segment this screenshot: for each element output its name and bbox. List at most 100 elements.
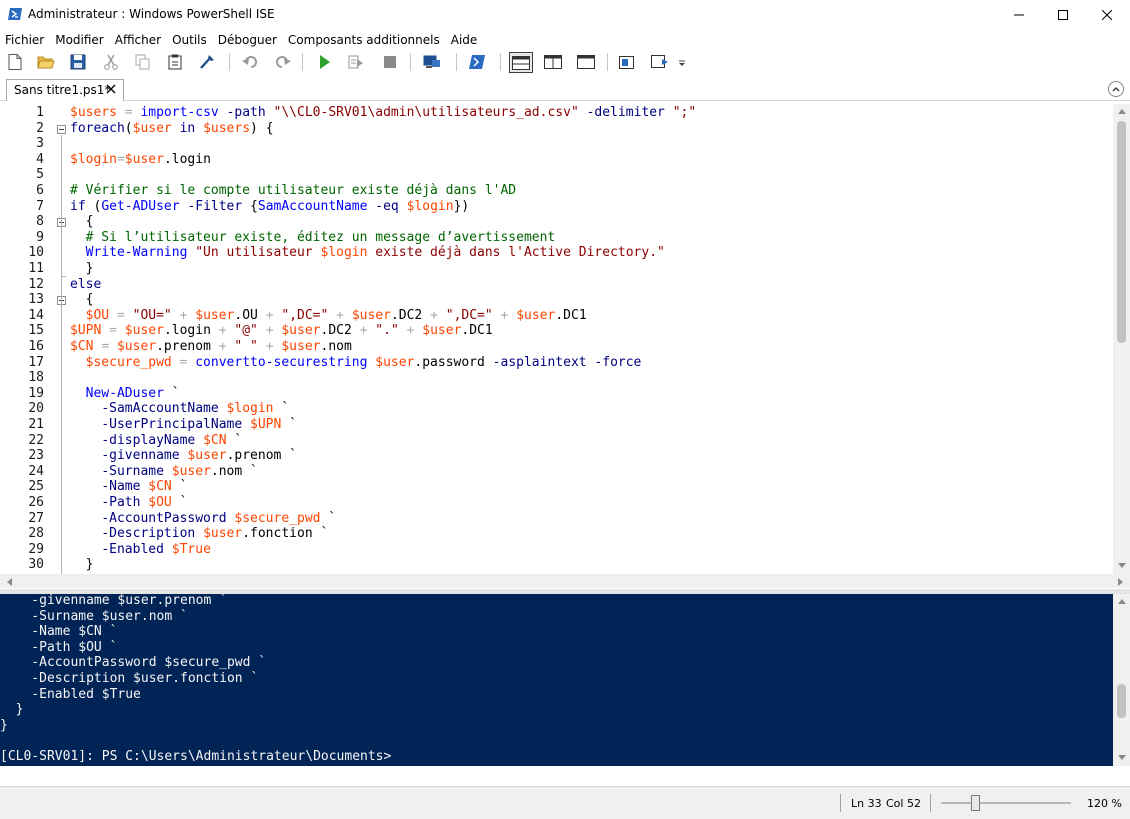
status-column: Col 52 <box>886 797 921 810</box>
undo-button[interactable] <box>240 52 260 72</box>
tab-strip: Sans titre1.ps1* <box>0 77 1130 101</box>
console-line: -Surname $user.nom ` <box>0 608 188 624</box>
redo-icon <box>276 56 291 68</box>
line-number: 2 <box>36 120 44 136</box>
fold-guide <box>61 135 62 574</box>
scroll-right-arrow[interactable] <box>1115 576 1126 587</box>
line-number: 20 <box>28 401 44 417</box>
scroll-left-arrow[interactable] <box>4 576 15 587</box>
menu-aide[interactable]: Aide <box>446 31 484 49</box>
save-icon <box>70 54 86 70</box>
chevron-down-icon <box>1117 755 1126 760</box>
copy-button[interactable] <box>133 52 153 72</box>
code-token: -AccountPassword <box>101 510 227 526</box>
code-token: "Un utilisateur <box>195 245 321 261</box>
save-button[interactable] <box>68 52 88 72</box>
code-token: $user <box>351 307 391 323</box>
toolbar-overflow-button[interactable] <box>676 52 688 72</box>
script-editor[interactable]: 1 2 3 4 5 6 7 8 9 10 11 12 13 14 15 16 17 18 19 20 21 22 23 24 2… <box>0 104 1130 574</box>
minimize-button[interactable] <box>996 0 1042 30</box>
code-token: -asplaintext <box>492 354 587 370</box>
collapse-script-pane-button[interactable] <box>1108 81 1124 97</box>
code-token: .fonction ` <box>242 526 329 542</box>
zoom-slider-thumb[interactable] <box>971 795 981 811</box>
line-number: 28 <box>28 526 44 542</box>
scroll-up-arrow[interactable] <box>1116 596 1127 607</box>
console-vertical-scrollbar[interactable] <box>1113 594 1130 766</box>
stop-button[interactable] <box>380 52 400 72</box>
chevron-down-icon <box>1117 563 1126 568</box>
console-pane[interactable]: -givenname $user.prenom ` -Surname $user… <box>0 594 1113 766</box>
clear-console-button[interactable] <box>197 52 217 72</box>
powershell-icon <box>8 8 22 20</box>
new-remote-tab-button[interactable] <box>422 52 442 72</box>
scrollbar-thumb[interactable] <box>1117 121 1126 343</box>
code-token: .DC2 <box>390 307 431 323</box>
code-token: existe déjà dans l'Active Directory." <box>367 245 665 261</box>
menu-composants-additionnels[interactable]: Composants additionnels <box>283 31 446 49</box>
show-script-pane-button[interactable] <box>617 52 637 72</box>
code-token: $OU <box>85 307 110 323</box>
tab-sans-titre1[interactable]: Sans titre1.ps1* <box>6 79 124 101</box>
scrollbar-thumb[interactable] <box>1117 684 1126 718</box>
code-token: $users <box>203 120 251 136</box>
code-token: ",DC=" <box>281 307 329 323</box>
code-token: $user <box>203 526 243 542</box>
code-token: " " <box>234 339 258 354</box>
run-selection-button[interactable] <box>346 52 366 72</box>
zoom-slider-track[interactable] <box>941 802 1071 804</box>
scroll-down-arrow[interactable] <box>1116 752 1127 763</box>
close-icon <box>1102 10 1112 20</box>
scroll-down-arrow[interactable] <box>1116 560 1127 571</box>
show-commands-addon-button[interactable] <box>650 52 670 72</box>
line-number: 10 <box>28 245 44 261</box>
redo-button[interactable] <box>273 52 293 72</box>
script-horizontal-scrollbar[interactable] <box>0 574 1130 588</box>
code-token: $CN <box>203 432 227 448</box>
layout-script-max-button[interactable] <box>574 52 598 72</box>
menu-fichier[interactable]: Fichier <box>0 31 50 49</box>
code-token: ` <box>273 401 290 417</box>
menu-outils[interactable]: Outils <box>167 31 213 49</box>
status-separator <box>840 794 841 812</box>
new-script-button[interactable] <box>5 52 25 72</box>
code-token: }) <box>453 198 470 214</box>
line-number: 3 <box>36 136 44 152</box>
open-button[interactable] <box>36 52 56 72</box>
layout-script-top-button[interactable] <box>509 52 533 73</box>
code-line: $CN = $user.prenom + " " + $user.nom <box>70 339 352 355</box>
code-token: "OU=" <box>132 307 172 323</box>
close-button[interactable] <box>1084 0 1130 30</box>
undo-icon <box>242 56 257 68</box>
maximize-button[interactable] <box>1040 0 1086 30</box>
menu-afficher[interactable]: Afficher <box>110 31 167 49</box>
line-number: 19 <box>28 385 44 401</box>
code-token: $user <box>116 339 157 354</box>
code-line: -UserPrincipalName $UPN ` <box>70 417 297 433</box>
code-line: -displayName $CN ` <box>70 433 242 449</box>
cut-button[interactable] <box>101 52 121 72</box>
status-separator <box>930 794 931 812</box>
close-icon[interactable] <box>105 83 117 95</box>
run-button[interactable] <box>314 52 334 72</box>
start-powershell-button[interactable] <box>467 52 487 72</box>
fold-toggle[interactable] <box>57 125 66 134</box>
menu-deboguer[interactable]: Déboguer <box>213 31 283 49</box>
script-vertical-scrollbar[interactable] <box>1113 104 1130 574</box>
scroll-up-arrow[interactable] <box>1116 106 1127 117</box>
code-token: = <box>116 307 125 323</box>
code-token: $OU <box>148 495 172 510</box>
layout-script-max-icon <box>577 55 595 69</box>
code-area[interactable]: $users = import-csv -path "\\CL0-SRV01\a… <box>70 104 1110 574</box>
code-line: { <box>70 214 94 230</box>
paste-button[interactable] <box>165 52 185 72</box>
layout-script-right-button[interactable] <box>541 52 565 72</box>
menu-modifier[interactable]: Modifier <box>50 31 110 49</box>
